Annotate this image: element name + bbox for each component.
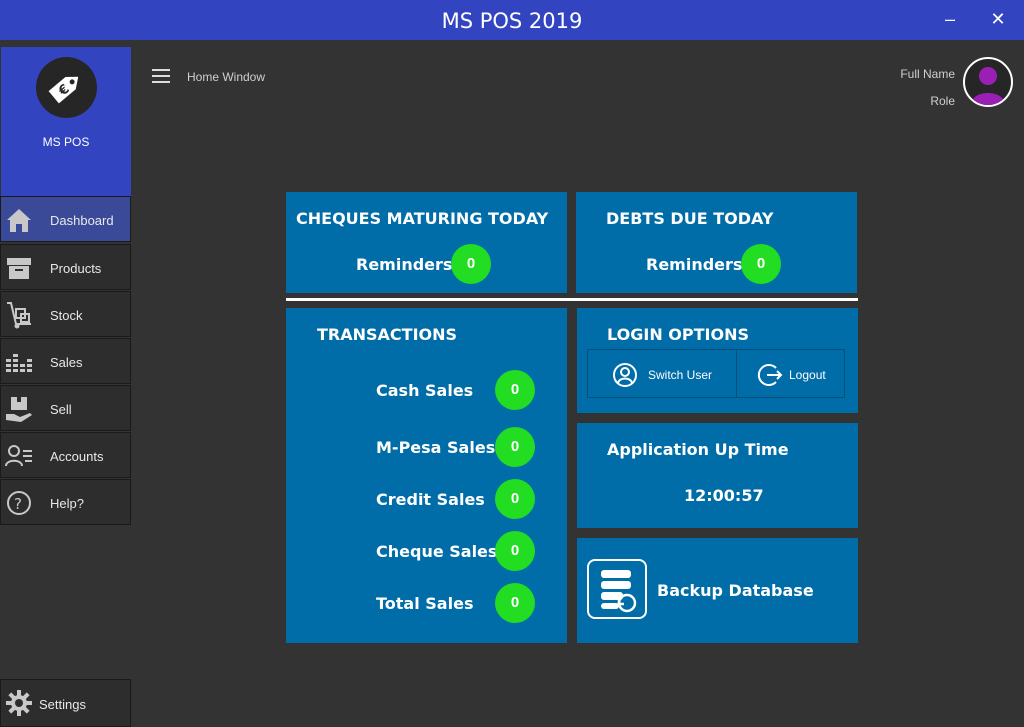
logout-label: Logout xyxy=(789,368,826,382)
login-options-title: LOGIN OPTIONS xyxy=(607,325,749,344)
settings-label: Settings xyxy=(39,697,86,712)
minimize-button[interactable]: – xyxy=(937,6,963,32)
sidebar-item-products[interactable]: Products xyxy=(0,244,131,290)
debts-reminders-count: 0 xyxy=(741,244,781,284)
title-bar: MS POS 2019 – ✕ xyxy=(0,0,1024,40)
sidebar-item-label: Sales xyxy=(50,355,83,370)
transactions-title: TRANSACTIONS xyxy=(317,325,458,344)
window-title: MS POS 2019 xyxy=(441,9,583,33)
box-icon xyxy=(4,253,34,283)
cash-sales-label: Cash Sales xyxy=(376,381,474,400)
switch-user-icon xyxy=(612,362,638,388)
user-full-name: Full Name xyxy=(900,67,955,81)
logout-button[interactable]: Logout xyxy=(736,349,845,398)
help-icon: ? xyxy=(4,488,34,518)
gear-icon xyxy=(5,689,33,717)
credit-sales-label: Credit Sales xyxy=(376,490,485,509)
sidebar-item-label: Dashboard xyxy=(50,213,114,228)
uptime-title: Application Up Time xyxy=(607,440,789,459)
switch-user-button[interactable]: Switch User xyxy=(587,349,737,398)
settings-button[interactable]: Settings xyxy=(0,679,131,727)
sidebar-item-label: Sell xyxy=(50,402,72,417)
divider xyxy=(286,298,858,301)
transactions-panel: TRANSACTIONS Cash Sales 0 M-Pesa Sales 0… xyxy=(286,308,567,643)
total-sales-label: Total Sales xyxy=(376,594,474,613)
cheques-reminders-label: Reminders xyxy=(356,255,453,274)
sidebar-item-accounts[interactable]: Accounts xyxy=(0,432,131,478)
sidebar-item-stock[interactable]: Stock xyxy=(0,291,131,337)
close-button[interactable]: ✕ xyxy=(985,6,1011,32)
mpesa-sales-value: 0 xyxy=(495,427,535,467)
breadcrumb: Home Window xyxy=(187,70,266,84)
uptime-value: 12:00:57 xyxy=(684,486,764,505)
price-tag-euro-icon: € xyxy=(36,57,97,118)
backup-database-label: Backup Database xyxy=(657,581,814,600)
uptime-panel: Application Up Time xyxy=(577,423,858,528)
avatar[interactable] xyxy=(963,57,1013,107)
debts-panel: DEBTS DUE TODAY Reminders 0 xyxy=(576,192,857,293)
user-role: Role xyxy=(930,94,955,108)
cheque-sales-label: Cheque Sales xyxy=(376,542,498,561)
sidebar-item-sales[interactable]: Sales xyxy=(0,338,131,384)
sidebar-item-label: Products xyxy=(50,261,102,276)
debts-reminders-label: Reminders xyxy=(646,255,743,274)
mpesa-sales-label: M-Pesa Sales xyxy=(376,438,496,457)
sidebar-item-label: Help? xyxy=(50,496,84,511)
credit-sales-value: 0 xyxy=(495,479,535,519)
sidebar: € MS POS Dashboard Products Stock Sales xyxy=(0,40,132,727)
cheques-reminders-count: 0 xyxy=(451,244,491,284)
sidebar-item-sell[interactable]: Sell xyxy=(0,385,131,431)
switch-user-label: Switch User xyxy=(648,368,713,382)
total-sales-value: 0 xyxy=(495,583,535,623)
user-list-icon xyxy=(4,441,34,471)
hand-truck-icon xyxy=(4,300,34,330)
brand-name: MS POS xyxy=(42,135,90,149)
debts-title: DEBTS DUE TODAY xyxy=(606,209,774,228)
cheque-sales-value: 0 xyxy=(495,531,535,571)
sidebar-item-help[interactable]: ? Help? xyxy=(0,479,131,525)
sidebar-item-label: Accounts xyxy=(50,449,104,464)
brand-panel: € MS POS xyxy=(1,47,131,197)
cheques-title: CHEQUES MATURING TODAY xyxy=(296,209,549,228)
sidebar-item-label: Stock xyxy=(50,308,83,323)
home-icon xyxy=(4,205,34,235)
hand-box-icon xyxy=(4,394,34,424)
user-icon xyxy=(971,67,1005,105)
bar-list-icon xyxy=(4,347,34,377)
menu-icon[interactable] xyxy=(152,69,170,85)
cash-sales-value: 0 xyxy=(495,370,535,410)
logout-icon xyxy=(757,362,783,388)
database-restore-icon xyxy=(587,559,647,619)
sidebar-item-dashboard[interactable]: Dashboard xyxy=(0,196,131,242)
svg-text:?: ? xyxy=(14,495,22,513)
cheques-panel: CHEQUES MATURING TODAY Reminders 0 xyxy=(286,192,567,293)
